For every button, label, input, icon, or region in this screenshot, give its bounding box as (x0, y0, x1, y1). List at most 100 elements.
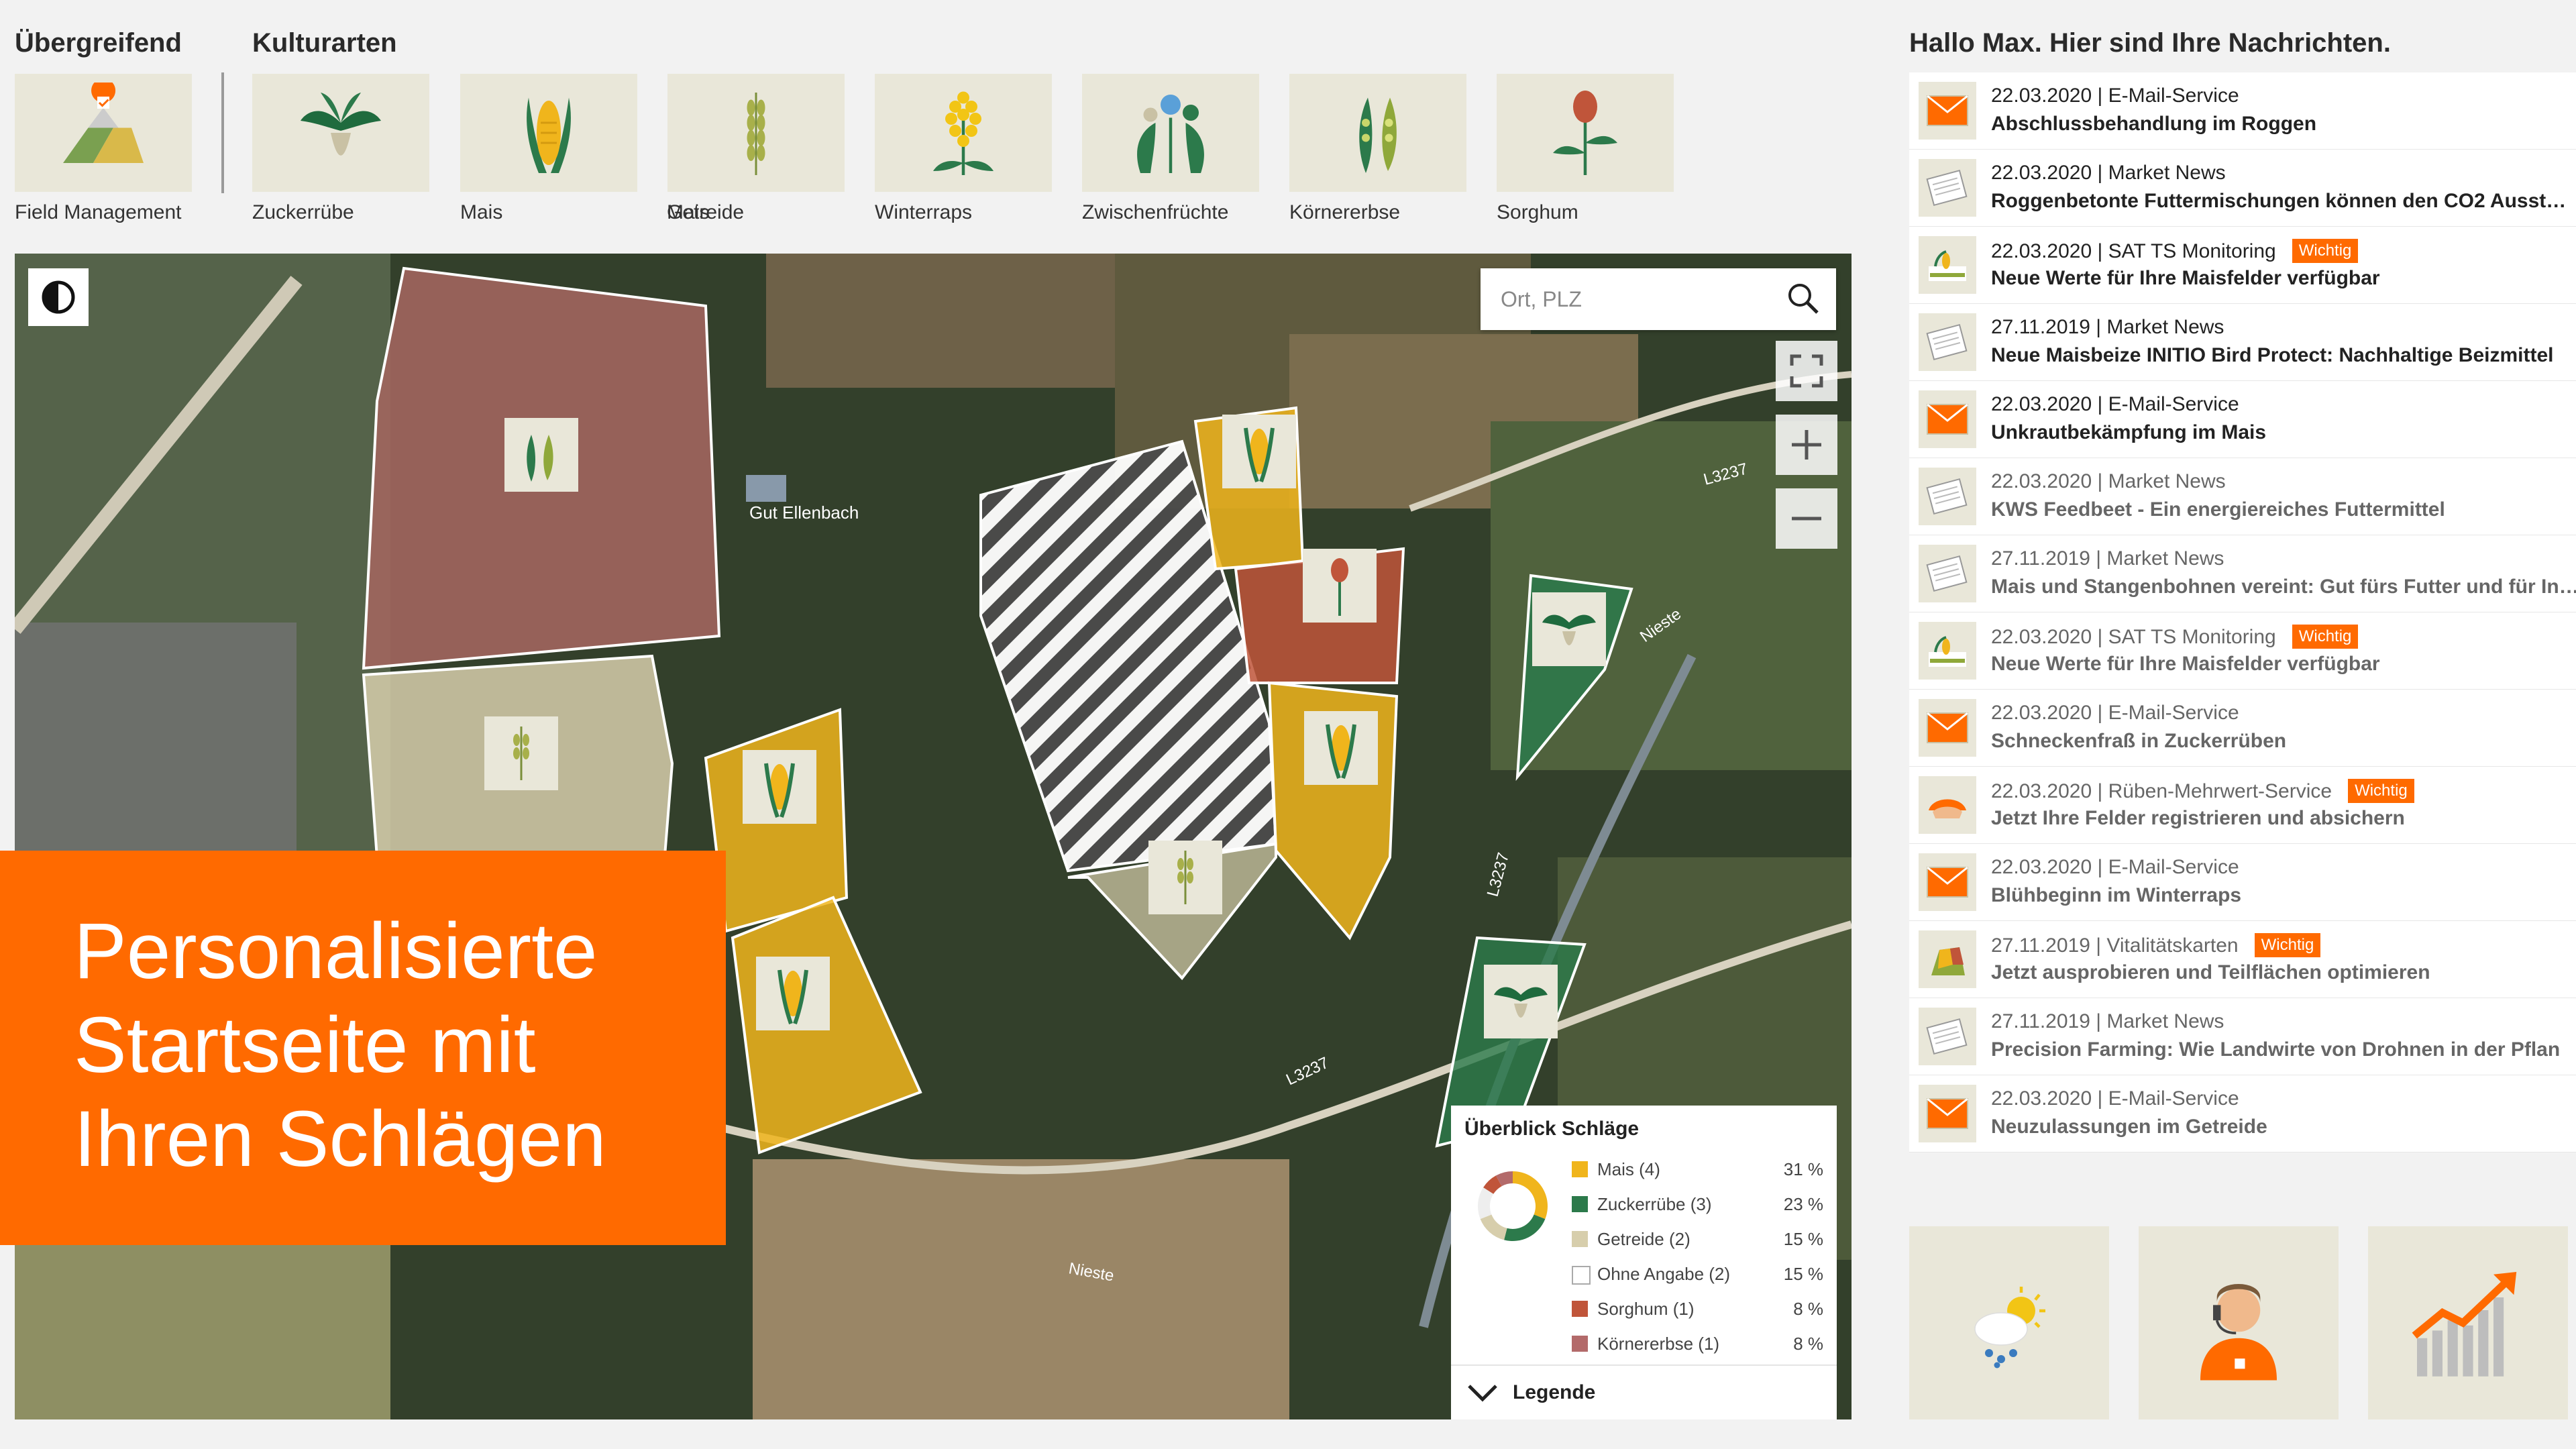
field-overview-panel: Überblick Schläge Mais (4) 31 % Zuckerrübe… (1451, 1106, 1837, 1419)
message-subject: Precision Farming: Wie Landwirte von Dro… (1991, 1038, 2561, 1061)
message-item[interactable]: 22.03.2020 | Market News KWS Feedbeet - E… (1909, 458, 2576, 535)
message-meta-text: 22.03.2020 | E-Mail-Service (1991, 856, 2239, 878)
tile-zwischenfruechte[interactable] (1082, 74, 1259, 192)
terrain-patch (766, 254, 1115, 388)
umbrella-icon (1919, 776, 1976, 834)
market-tile[interactable] (2368, 1226, 2568, 1419)
field-marker-corn (756, 957, 830, 1030)
pea-icon (1359, 97, 1397, 173)
section-title-overall: Übergreifend (15, 28, 182, 58)
legend-item: Sorghum (1) 8 % (1572, 1296, 1823, 1323)
tile-label-winterraps: Winterraps (875, 201, 973, 223)
terrain-patch (15, 1226, 390, 1419)
message-item[interactable]: 22.03.2020 | E-Mail-Service Schneckenfraß… (1909, 690, 2576, 767)
tile-koernererbse[interactable] (1289, 74, 1466, 192)
message-item[interactable]: 22.03.2020 | Market News Roggenbetonte Fu… (1909, 150, 2576, 227)
field-marker-corn (1222, 415, 1296, 488)
legend-item-percent: 8 % (1793, 1334, 1823, 1354)
tile-winterraps[interactable] (875, 74, 1052, 192)
vitality-map-icon (1919, 930, 1976, 988)
tile-getreide[interactable] (667, 74, 845, 192)
message-meta-text: 27.11.2019 | Market News (1991, 547, 2224, 570)
message-list[interactable]: 22.03.2020 | E-Mail-Service Abschlussbeha… (1909, 72, 2576, 1187)
message-item[interactable]: 22.03.2020 | Rüben-Mehrwert-Service Wicht… (1909, 767, 2576, 844)
promo-line: Ihren Schlägen (74, 1095, 606, 1183)
message-meta: 22.03.2020 | E-Mail-Service (1991, 85, 2239, 107)
legend-item-percent: 8 % (1793, 1299, 1823, 1319)
message-meta-text: 22.03.2020 | Rüben-Mehrwert-Service (1991, 780, 2332, 802)
message-meta: 27.11.2019 | Market News (1991, 316, 2224, 339)
field-marker-grain (484, 716, 558, 790)
section-title-cultures: Kulturarten (252, 28, 397, 58)
message-meta-text: 22.03.2020 | E-Mail-Service (1991, 85, 2239, 107)
message-meta: 22.03.2020 | E-Mail-Service (1991, 1087, 2239, 1110)
location-search-input[interactable] (1499, 286, 1784, 313)
message-meta-text: 22.03.2020 | SAT TS Monitoring (1991, 626, 2276, 648)
message-item[interactable]: 27.11.2019 | Market News Neue Maisbeize I… (1909, 304, 2576, 381)
plus-icon (1792, 430, 1821, 460)
legend-footer-label: Legende (1513, 1381, 1596, 1403)
message-meta-text: 27.11.2019 | Market News (1991, 1010, 2224, 1032)
fullscreen-button[interactable] (1776, 341, 1837, 401)
message-meta-text: 22.03.2020 | Market News (1991, 470, 2226, 492)
zoom-in-button[interactable] (1776, 415, 1837, 475)
legend-toggle[interactable]: Legende (1451, 1364, 1837, 1419)
message-meta: 22.03.2020 | Market News (1991, 470, 2226, 493)
chevron-down-icon (1468, 1385, 1497, 1402)
message-item[interactable]: 22.03.2020 | SAT TS Monitoring Wichtig Neu… (1909, 227, 2576, 304)
message-item[interactable]: 22.03.2020 | E-Mail-Service Blühbeginn im… (1909, 844, 2576, 921)
weather-tile[interactable] (1909, 1226, 2109, 1419)
donut-slice (1513, 1171, 1548, 1220)
messages-title: Hallo Max. Hier sind Ihre Nachrichten. (1909, 28, 2391, 58)
message-subject: Neue Werte für Ihre Maisfelder verfügbar (1991, 653, 2380, 675)
message-subject: Jetzt ausprobieren und Teilflächen optim… (1991, 961, 2430, 983)
promo-headline: Personalisierte Startseite mit Ihren Sch… (74, 904, 711, 1186)
cover-crop-icon (1137, 95, 1204, 173)
legend-donut-chart (1478, 1171, 1548, 1241)
message-meta-text: 27.11.2019 | Market News (1991, 316, 2224, 338)
tile-label: Zuckerrübe (252, 201, 354, 223)
search-icon[interactable] (1784, 279, 1824, 319)
promo-line: Startseite mit (74, 1001, 536, 1089)
legend-swatch (1572, 1231, 1588, 1247)
contrast-toggle-button[interactable] (28, 268, 89, 326)
tile-field-management[interactable] (15, 74, 192, 192)
message-meta-text: 22.03.2020 | SAT TS Monitoring (1991, 240, 2276, 262)
message-meta: 22.03.2020 | Rüben-Mehrwert-Service Wicht… (1991, 779, 2414, 803)
tile-label-mais: Mais (460, 201, 503, 223)
legend-item: Körnererbse (1) 8 % (1572, 1331, 1823, 1358)
tile-mais[interactable] (460, 74, 637, 192)
message-meta-text: 22.03.2020 | E-Mail-Service (1991, 393, 2239, 415)
message-item[interactable]: 27.11.2019 | Market News Precision Farmin… (1909, 998, 2576, 1075)
message-subject: Unkrautbekämpfung im Mais (1991, 421, 2267, 443)
rapeseed-icon (933, 91, 994, 175)
contrast-icon (42, 280, 75, 314)
market-chart-icon (2412, 1272, 2517, 1377)
tile-sorghum[interactable] (1497, 74, 1674, 192)
message-meta: 22.03.2020 | Market News (1991, 162, 2226, 184)
support-tile[interactable] (2139, 1226, 2339, 1419)
message-item[interactable]: 22.03.2020 | E-Mail-Service Neuzulassunge… (1909, 1075, 2576, 1152)
newspaper-icon (1919, 468, 1976, 525)
field-marker-pea (504, 418, 578, 492)
message-item[interactable]: 22.03.2020 | E-Mail-Service Unkrautbekämp… (1909, 381, 2576, 458)
field-marker-corn (743, 750, 816, 824)
important-badge: Wichtig (2348, 779, 2414, 803)
message-item[interactable]: 27.11.2019 | Vitalitätskarten Wichtig Jetz… (1909, 921, 2576, 998)
tile-zuckerruebe[interactable] (252, 74, 429, 192)
mail-icon (1919, 82, 1976, 140)
minus-icon (1792, 517, 1821, 521)
important-badge: Wichtig (2292, 239, 2359, 263)
map-search[interactable] (1481, 268, 1836, 330)
legend-item-name: Sorghum (1) (1597, 1299, 1695, 1319)
message-item[interactable]: 22.03.2020 | E-Mail-Service Abschlussbeha… (1909, 72, 2576, 150)
donut-slice (1480, 1214, 1507, 1240)
message-item[interactable]: 22.03.2020 | SAT TS Monitoring Wichtig Neu… (1909, 612, 2576, 690)
message-meta-text: 22.03.2020 | E-Mail-Service (1991, 1087, 2239, 1110)
zoom-out-button[interactable] (1776, 488, 1837, 549)
newspaper-icon (1919, 313, 1976, 371)
field-marker-sugar-beet (1484, 965, 1558, 1038)
message-meta: 27.11.2019 | Vitalitätskarten Wichtig (1991, 933, 2321, 957)
legend-swatch (1572, 1161, 1588, 1177)
message-item[interactable]: 27.11.2019 | Market News Mais und Stangen… (1909, 535, 2576, 612)
